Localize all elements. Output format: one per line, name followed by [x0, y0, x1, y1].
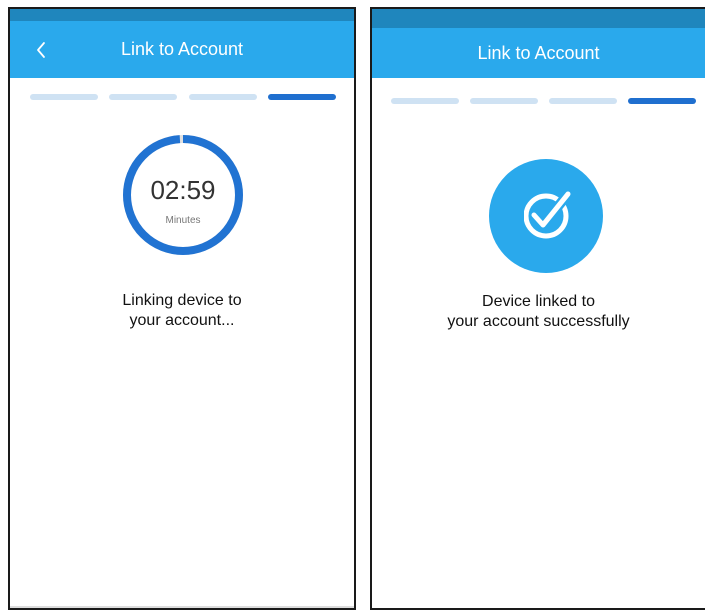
message-line-2: your account successfully — [447, 313, 630, 330]
timer-unit: Minutes — [165, 215, 201, 226]
checkmark-circle-icon — [523, 188, 576, 240]
status-bar — [10, 9, 354, 21]
status-message: Linking device to your account... — [10, 291, 354, 331]
step-3 — [189, 94, 257, 100]
timer-value: 02:59 — [150, 175, 216, 205]
step-1 — [30, 94, 98, 100]
step-4-current — [268, 94, 336, 100]
step-1 — [391, 98, 459, 104]
message-line-1: Device linked to — [482, 293, 595, 310]
step-3 — [549, 98, 617, 104]
bottom-divider — [10, 606, 354, 608]
chevron-left-icon — [37, 41, 45, 58]
header-title: Link to Account — [120, 39, 244, 59]
status-message: Device linked to your account successful… — [372, 292, 705, 332]
step-progress — [372, 94, 705, 104]
header-title: Link to Account — [477, 42, 600, 63]
back-button[interactable] — [30, 21, 52, 78]
message-line-1: Linking device to — [122, 292, 242, 309]
step-2 — [470, 98, 538, 104]
success-badge — [489, 159, 603, 273]
message-line-2: your account... — [129, 312, 235, 329]
app-header: Link to Account — [10, 21, 354, 78]
linked-success-screen: Link to Account Device linked to your ac… — [370, 7, 705, 610]
countdown-timer: 02:59 Minutes — [121, 133, 245, 257]
step-4-current — [628, 98, 696, 104]
step-2 — [109, 94, 177, 100]
app-header: Link to Account — [372, 28, 705, 78]
status-bar — [372, 9, 705, 28]
step-progress — [10, 94, 354, 100]
linking-screen: Link to Account 02:59 Minutes Linking de… — [8, 7, 356, 610]
